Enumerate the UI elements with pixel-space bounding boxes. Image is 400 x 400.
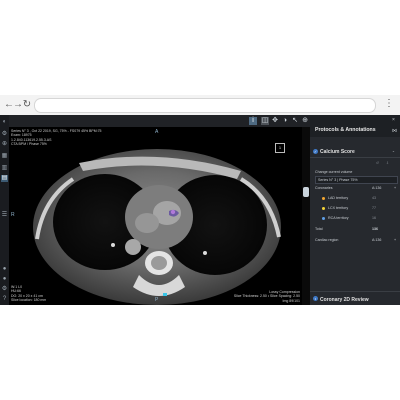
settings-icon[interactable]: ⚙: [1, 131, 8, 138]
chevron-down-icon[interactable]: ⌄: [366, 297, 369, 301]
ct-axial-slice: [33, 149, 281, 305]
overlay-line: Img 89/101: [282, 298, 300, 303]
user-icon[interactable]: ●: [1, 276, 8, 283]
list-icon[interactable]: ☰: [1, 212, 8, 219]
total-value: 136: [372, 227, 378, 231]
territory-value: 16: [372, 216, 376, 220]
bell-icon[interactable]: ●: [1, 266, 8, 273]
ct-image-viewport[interactable]: Series N° 3 , Oct 22 2019, SG, 75% - FS0…: [9, 127, 302, 305]
app-logo-icon: ◐: [2, 119, 7, 125]
orientation-left: R: [11, 212, 15, 218]
gear-icon[interactable]: ⚙: [1, 286, 8, 293]
panel-close-icon[interactable]: ×: [392, 117, 395, 123]
territory-name: LAD territory: [328, 196, 349, 200]
coronary-review-icon: •: [313, 296, 318, 301]
series-icon[interactable]: ▤: [1, 175, 8, 182]
add-icon[interactable]: +: [394, 186, 396, 190]
help-icon[interactable]: ?: [1, 296, 8, 303]
orientation-top: A: [155, 129, 159, 135]
coronaries-score: A:136: [372, 186, 382, 190]
address-bar[interactable]: [34, 98, 376, 113]
overlay-line: CTA BPM / Phase 75%: [11, 142, 47, 147]
coronary-2d-review-label: Coronary 2D Review: [320, 297, 369, 303]
slice-scroll-thumb[interactable]: [303, 187, 309, 197]
orientation-bottom: P: [155, 297, 159, 303]
territory-value: 77: [372, 206, 376, 210]
undo-icon[interactable]: ↺: [376, 161, 379, 165]
panel-header: Protocols & Annotations ⋈ ×: [310, 115, 400, 137]
series-select-value: Series N° 3 | Phase 75%: [318, 178, 358, 182]
coronaries-label: Coronaries: [315, 186, 333, 190]
browser-toolbar: ← → ↻ ⋮: [0, 95, 400, 116]
territory-color-dot: [322, 207, 325, 210]
zoom-icon[interactable]: ⊕: [301, 117, 309, 125]
protocols-panel: Protocols & Annotations ⋈ × ✓ Calcium Sc…: [310, 115, 400, 305]
reload-icon[interactable]: ↻: [21, 99, 33, 111]
calcium-score-label: Calcium Score: [320, 149, 355, 155]
globe-icon[interactable]: ⊕: [1, 141, 8, 148]
panel-share-icon[interactable]: ⋈: [392, 128, 397, 134]
layout-icon[interactable]: ▥: [1, 165, 8, 172]
arrow-tool-icon[interactable]: ↖: [291, 117, 299, 125]
change-volume-label: Change current volume: [315, 170, 353, 174]
viewport-index-box[interactable]: 1: [275, 143, 285, 153]
add-icon[interactable]: +: [394, 238, 396, 242]
viewer-toolbar: i ◫ ✥ ◑ ↖ ⊕: [9, 115, 310, 127]
ruler-icon[interactable]: ◫: [261, 117, 269, 125]
series-select[interactable]: Series N° 3 | Phase 75%: [315, 176, 398, 184]
coronary-2d-review-header[interactable]: • Coronary 2D Review ⌄: [310, 291, 400, 306]
chevron-down-icon[interactable]: ⌄: [392, 149, 395, 153]
browser-menu-icon[interactable]: ⋮: [384, 98, 394, 109]
territory-name: LCX territory: [328, 206, 349, 210]
territory-value: 43: [372, 196, 376, 200]
territory-color-dot: [322, 217, 325, 220]
contrast-icon[interactable]: ◑: [281, 117, 289, 125]
overlay-top-left: Series N° 3 , Oct 22 2019, SG, 75% - FS0…: [11, 129, 102, 147]
crosshair-icon[interactable]: ✥: [271, 117, 279, 125]
slice-scrollbar[interactable]: [302, 127, 310, 305]
calcium-score-icon: ✓: [313, 149, 318, 154]
cardiac-region-label: Cardiac region: [315, 238, 339, 242]
territory-color-dot: [322, 197, 325, 200]
viewer-app: ◐ ⚙ ⊕ ▦ ▥ ▤ ☰ ● ● ⚙ ? i ◫ ✥ ◑ ↖ ⊕ Series…: [0, 115, 400, 305]
overlay-bottom-left: W:1 L0 HU:66 DG: 20 x 20 x 41 cm Slice l…: [11, 285, 46, 303]
left-sidebar: ◐ ⚙ ⊕ ▦ ▥ ▤ ☰ ● ● ⚙ ?: [0, 115, 9, 305]
calcium-score-header[interactable]: ✓ Calcium Score ⌄: [310, 147, 400, 158]
grid-icon[interactable]: ▦: [1, 153, 8, 160]
territory-name: RCA territory: [328, 216, 349, 220]
overlay-line: Slice location: 180 mm: [11, 298, 47, 303]
info-icon[interactable]: i: [249, 117, 257, 125]
panel-title: Protocols & Annotations: [315, 127, 376, 133]
export-icon[interactable]: ⇩: [386, 161, 389, 165]
cardiac-region-value: A:136: [372, 238, 382, 242]
total-label: Total: [315, 227, 323, 231]
overlay-bottom-right: Lossy Compression Slice Thickness: 2.50 …: [234, 290, 300, 303]
